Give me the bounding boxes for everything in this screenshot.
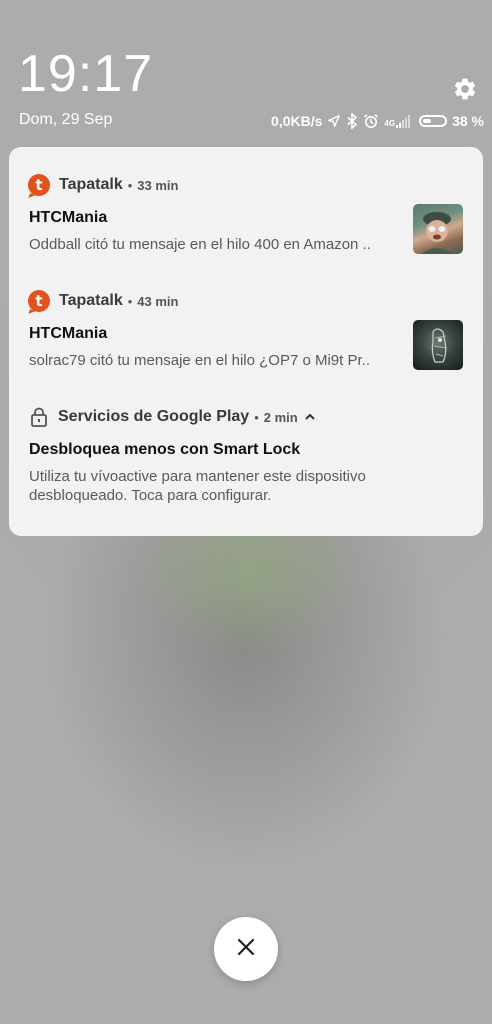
notification-header: t Tapatalk • 43 min xyxy=(28,290,178,312)
notification-header: Servicios de Google Play • 2 min xyxy=(28,406,316,428)
app-name: Tapatalk xyxy=(59,176,123,193)
separator: • xyxy=(254,409,259,425)
notification-title: HTCMania xyxy=(29,325,108,342)
notification-panel: t Tapatalk • 33 min HTCMania Oddball cit… xyxy=(9,147,483,536)
notification-title: Desbloquea menos con Smart Lock xyxy=(29,441,301,458)
battery-icon xyxy=(419,115,448,127)
close-icon xyxy=(237,938,255,961)
notification-time: 2 min xyxy=(263,409,298,425)
user-avatar-thumbnail xyxy=(413,320,463,370)
net-speed: 0,0KB/s xyxy=(271,113,323,129)
battery-percent: 38 % xyxy=(452,113,484,129)
network-type: 4G xyxy=(384,118,396,128)
notification-tapatalk-2[interactable]: t Tapatalk • 43 min HTCMania solrac79 ci… xyxy=(9,290,483,410)
notification-title: HTCMania xyxy=(29,209,108,226)
lock-icon xyxy=(28,406,50,428)
battery-level xyxy=(423,119,432,123)
status-bar: 0,0KB/s 4G 38 % xyxy=(271,111,484,131)
tapatalk-icon: t xyxy=(28,290,50,312)
notification-text-line-2: desbloqueado. Toca para configurar. xyxy=(29,487,272,504)
notification-google-play-services[interactable]: Servicios de Google Play • 2 min Desbloq… xyxy=(9,406,483,536)
separator: • xyxy=(127,177,133,193)
notification-tapatalk-1[interactable]: t Tapatalk • 33 min HTCMania Oddball cit… xyxy=(9,174,483,294)
notification-header: t Tapatalk • 33 min xyxy=(28,174,178,196)
tapatalk-icon: t xyxy=(28,174,50,196)
notification-text: Oddball citó tu mensaje en el hilo 400 e… xyxy=(29,236,371,253)
location-icon xyxy=(327,114,341,128)
notification-text: solrac79 citó tu mensaje en el hilo ¿OP7… xyxy=(29,352,370,369)
date: Dom, 29 Sep xyxy=(19,111,113,128)
notification-time: 43 min xyxy=(137,293,179,309)
notification-time: 33 min xyxy=(137,177,179,193)
separator: • xyxy=(127,293,133,309)
gear-icon[interactable] xyxy=(452,76,478,102)
app-name: Servicios de Google Play xyxy=(58,408,250,425)
notification-text-line-1: Utiliza tu vívoactive para mantener este… xyxy=(29,468,366,485)
bluetooth-icon xyxy=(346,113,358,129)
alarm-icon xyxy=(363,113,379,129)
app-name: Tapatalk xyxy=(59,292,123,309)
signal-icon: 4G xyxy=(384,114,411,128)
clock: 19:17 xyxy=(18,45,154,103)
chevron-up-icon[interactable] xyxy=(304,412,316,422)
clear-all-button[interactable] xyxy=(214,917,278,981)
user-avatar-thumbnail xyxy=(413,204,463,254)
